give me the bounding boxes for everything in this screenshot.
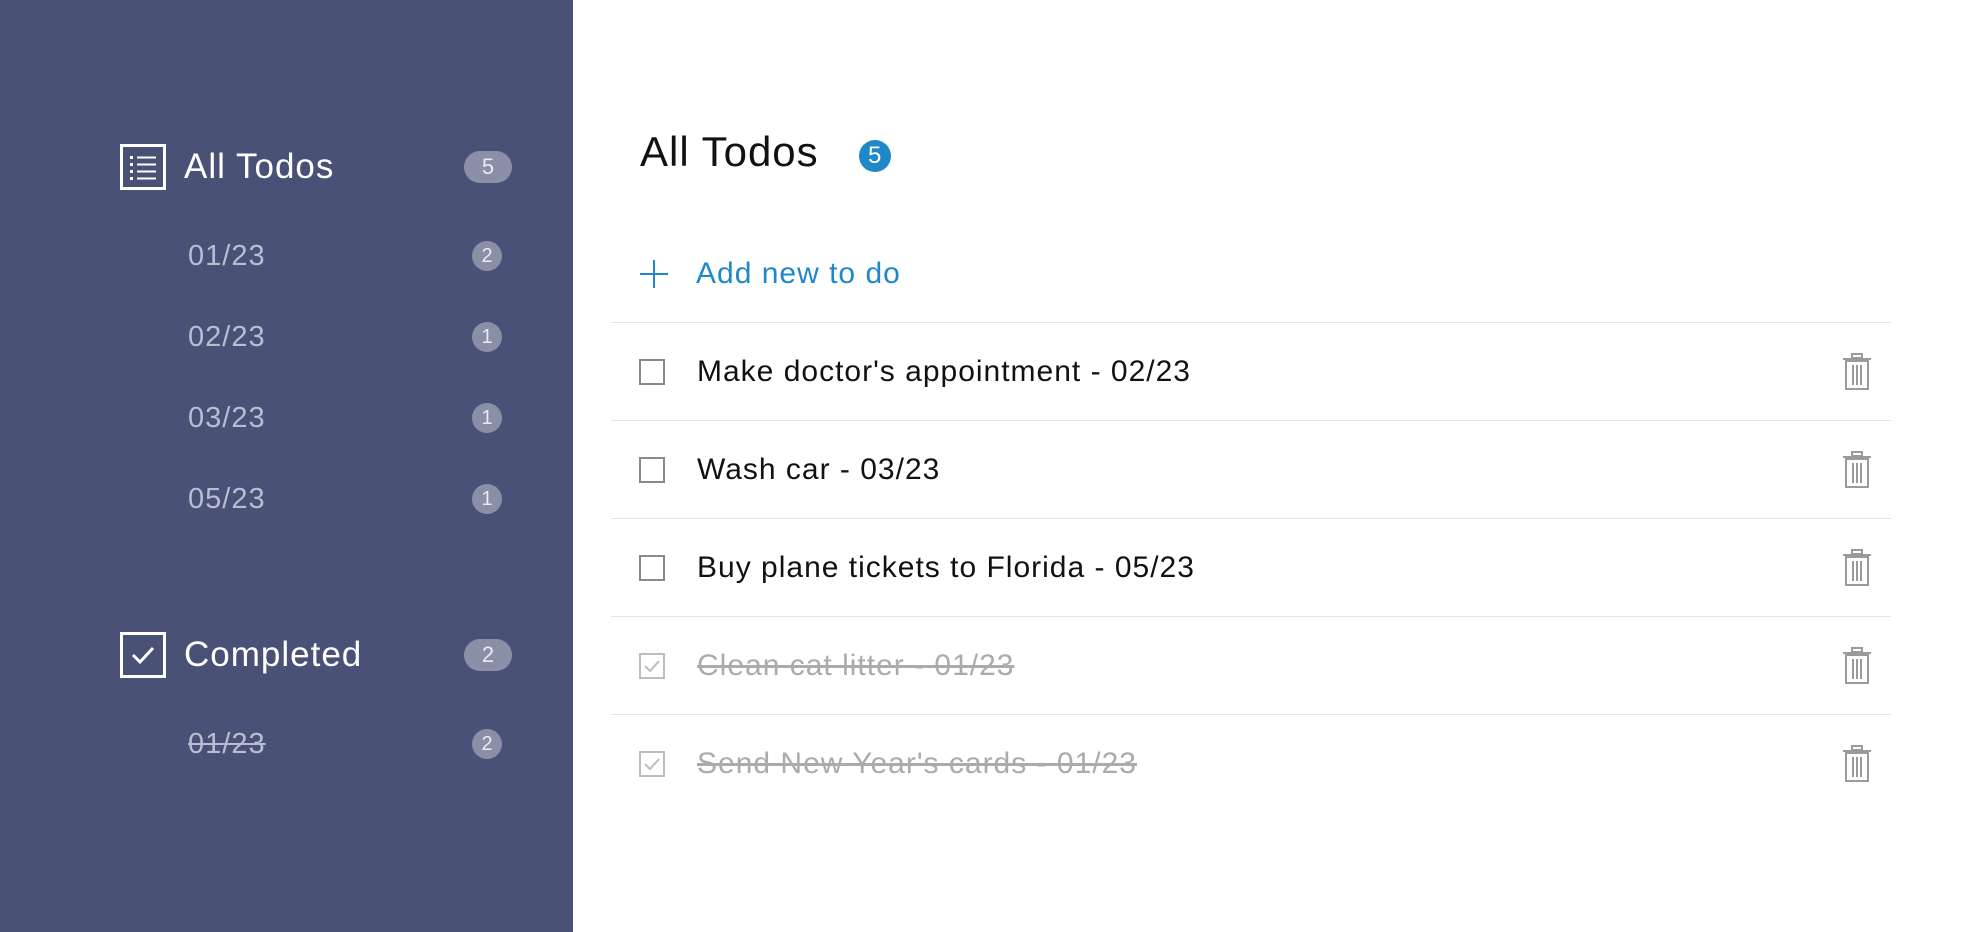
todo-item: Wash car - 03/23: [611, 420, 1891, 518]
sidebar-date-item[interactable]: 03/23 1: [188, 398, 502, 438]
todo-list: Make doctor's appointment - 02/23 Wash c…: [611, 322, 1891, 812]
sidebar-date-label: 03/23: [188, 401, 266, 434]
sidebar-all-todos-count: 5: [464, 151, 512, 183]
todo-text: Wash car - 03/23: [697, 452, 941, 486]
sidebar-completed-count: 2: [464, 639, 512, 671]
todo-item: Buy plane tickets to Florida - 05/23: [611, 518, 1891, 616]
sidebar-date-count: 2: [472, 729, 502, 759]
sidebar-completed[interactable]: Completed 2: [120, 629, 512, 681]
sidebar-date-count: 1: [472, 322, 502, 352]
todo-checkbox[interactable]: [639, 456, 665, 483]
sidebar-completed-date-item[interactable]: 01/23 2: [188, 724, 502, 764]
sidebar-date-label: 05/23: [188, 482, 266, 515]
trash-icon[interactable]: [1841, 744, 1873, 783]
trash-icon[interactable]: [1841, 548, 1873, 587]
sidebar-date-label: 02/23: [188, 320, 266, 353]
todo-text: Clean cat litter - 01/23: [697, 648, 1015, 682]
trash-icon[interactable]: [1841, 450, 1873, 489]
app: All Todos 5 01/23 2 02/23 1 03/23 1 05/2…: [0, 0, 1978, 932]
sidebar-date-count: 1: [472, 403, 502, 433]
list-icon: [120, 144, 166, 190]
sidebar: All Todos 5 01/23 2 02/23 1 03/23 1 05/2…: [0, 0, 573, 932]
checkmark-icon: [644, 757, 660, 770]
sidebar-date-item[interactable]: 02/23 1: [188, 317, 502, 357]
checkmark-icon: [644, 659, 660, 672]
todo-text: Send New Year's cards - 01/23: [697, 746, 1137, 780]
todo-item-completed: Clean cat litter - 01/23: [611, 616, 1891, 714]
plus-icon: [640, 260, 668, 288]
header: All Todos 5: [640, 128, 891, 176]
count-badge: 5: [858, 140, 891, 172]
todo-checkbox-checked[interactable]: [639, 750, 665, 777]
sidebar-all-todos-label: All Todos: [184, 147, 335, 186]
sidebar-date-label: 01/23: [188, 239, 266, 272]
sidebar-date-item[interactable]: 01/23 2: [188, 236, 502, 276]
add-todo-button[interactable]: Add new to do: [640, 250, 901, 298]
sidebar-all-todos[interactable]: All Todos 5: [120, 141, 512, 193]
todo-checkbox[interactable]: [639, 358, 665, 385]
sidebar-date-count: 1: [472, 484, 502, 514]
todo-checkbox-checked[interactable]: [639, 652, 665, 679]
todo-item-completed: Send New Year's cards - 01/23: [611, 714, 1891, 812]
checkbox-checked-icon: [120, 632, 166, 678]
page-title: All Todos: [640, 128, 819, 175]
trash-icon[interactable]: [1841, 352, 1873, 391]
sidebar-date-item[interactable]: 05/23 1: [188, 479, 502, 519]
todo-text: Make doctor's appointment - 02/23: [697, 354, 1191, 388]
sidebar-date-label: 01/23: [188, 727, 266, 760]
sidebar-completed-label: Completed: [184, 635, 363, 674]
main-panel: All Todos 5 Add new to do Make doctor's …: [573, 0, 1978, 932]
todo-item: Make doctor's appointment - 02/23: [611, 322, 1891, 420]
add-todo-label: Add new to do: [696, 257, 901, 290]
todo-checkbox[interactable]: [639, 554, 665, 581]
todo-text: Buy plane tickets to Florida - 05/23: [697, 550, 1195, 584]
trash-icon[interactable]: [1841, 646, 1873, 685]
sidebar-date-count: 2: [472, 241, 502, 271]
